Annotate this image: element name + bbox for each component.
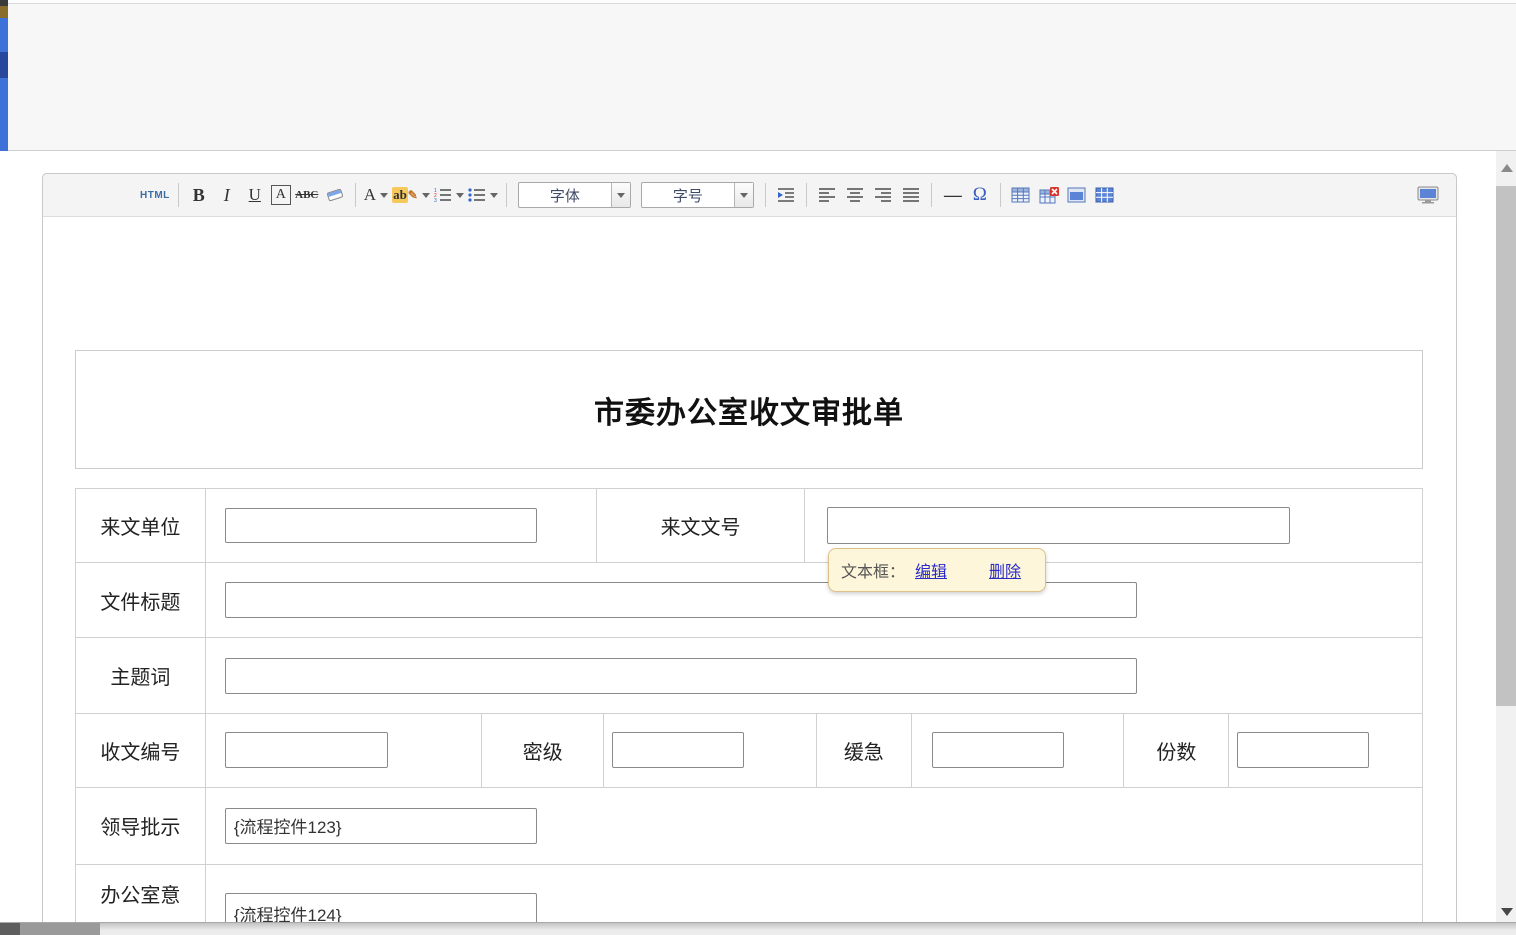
cell-doc-title: [206, 563, 1422, 637]
table-row: 文件标题: [76, 563, 1422, 638]
select-arrow-icon[interactable]: [611, 183, 630, 207]
caret-icon: [456, 193, 464, 198]
urgency-input[interactable]: [932, 732, 1064, 768]
vertical-scrollbar-thumb[interactable]: [1496, 186, 1516, 706]
insert-table-icon[interactable]: [1009, 182, 1033, 208]
label-receipt-no: 收文编号: [76, 714, 206, 787]
header-panel: [8, 0, 1516, 151]
align-left-icon[interactable]: [815, 182, 839, 208]
textbox-tooltip: 文本框： 编辑 删除: [828, 548, 1046, 592]
cell-source-unit: [206, 489, 597, 562]
horizontal-scrollbar-track[interactable]: [0, 922, 1516, 935]
toolbar-separator: [1000, 183, 1001, 207]
label-urgency: 缓急: [817, 714, 912, 787]
source-unit-input[interactable]: [225, 508, 537, 543]
horizontal-scrollbar-cap: [0, 923, 20, 935]
font-family-select[interactable]: 字体: [518, 182, 631, 208]
leader-remarks-input[interactable]: [225, 808, 537, 844]
align-right-icon[interactable]: [871, 182, 895, 208]
toolbar-separator: [931, 183, 932, 207]
scroll-up-arrow-icon[interactable]: [1501, 164, 1513, 172]
cell-secrecy: [604, 714, 817, 787]
bold-icon[interactable]: B: [187, 182, 211, 208]
highlight-color-icon[interactable]: ab✎: [392, 182, 430, 208]
scroll-down-arrow-icon[interactable]: [1501, 908, 1513, 916]
cell-copies: [1229, 714, 1422, 787]
font-size-select[interactable]: 字号: [641, 182, 754, 208]
secrecy-input[interactable]: [612, 732, 744, 768]
underline-icon[interactable]: U: [243, 182, 267, 208]
toolbar-separator: [506, 183, 507, 207]
edge-mark: [0, 52, 8, 78]
fullscreen-icon[interactable]: [1416, 182, 1440, 208]
edge-mark: [0, 6, 8, 18]
indent-icon[interactable]: [774, 182, 798, 208]
toolbar-separator: [765, 183, 766, 207]
toolbar-separator: [178, 183, 179, 207]
copies-input[interactable]: [1237, 732, 1369, 768]
svg-text:3: 3: [434, 198, 437, 203]
boxed-font-icon[interactable]: A: [271, 185, 291, 205]
font-color-icon[interactable]: A: [364, 182, 388, 208]
cell-receipt-no: [206, 714, 483, 787]
italic-icon[interactable]: I: [215, 182, 239, 208]
tooltip-edit-link[interactable]: 编辑: [915, 558, 947, 582]
align-center-icon[interactable]: [843, 182, 867, 208]
cell-urgency: [912, 714, 1125, 787]
special-char-icon[interactable]: Ω: [968, 182, 992, 208]
cell-leader-remarks: [206, 788, 1422, 864]
table-structure-icon[interactable]: [1093, 182, 1117, 208]
cell-keywords: [206, 638, 1422, 712]
unordered-list-icon[interactable]: [468, 182, 498, 208]
toolbar-separator: [355, 183, 356, 207]
horizontal-rule-icon[interactable]: —: [940, 182, 964, 208]
caret-icon: [490, 193, 498, 198]
table-row: 收文编号 密级 缓急 份数: [76, 714, 1422, 788]
label-secrecy: 密级: [482, 714, 604, 787]
receipt-no-input[interactable]: [225, 732, 388, 768]
label-leader-remarks: 领导批示: [76, 788, 206, 864]
align-justify-icon[interactable]: [899, 182, 923, 208]
left-edge-strip: [0, 0, 8, 151]
label-doc-number: 来文文号: [597, 489, 805, 562]
keywords-input[interactable]: [225, 658, 1137, 694]
strikethrough-icon[interactable]: ABC: [295, 182, 319, 208]
doc-number-input[interactable]: [827, 507, 1290, 544]
toolbar-separator: [806, 183, 807, 207]
delete-table-icon[interactable]: [1037, 182, 1061, 208]
caret-icon: [380, 193, 388, 198]
label-source-unit: 来文单位: [76, 489, 206, 562]
label-keywords: 主题词: [76, 638, 206, 712]
table-row: 领导批示: [76, 788, 1422, 865]
table-cell-properties-icon[interactable]: [1065, 182, 1089, 208]
form-table: 来文单位 来文文号 文件标题 主题词 收文编号 密级 缓急 份数: [75, 488, 1423, 935]
tooltip-label: 文本框：: [841, 558, 905, 582]
caret-icon: [422, 193, 430, 198]
label-copies: 份数: [1124, 714, 1229, 787]
ordered-list-icon[interactable]: 123: [434, 182, 464, 208]
form-title-box: 市委办公室收文审批单: [75, 350, 1423, 469]
form-title: 市委办公室收文审批单: [594, 388, 904, 432]
label-doc-title: 文件标题: [76, 563, 206, 637]
table-row: 来文单位 来文文号: [76, 489, 1422, 563]
html-source-icon[interactable]: HTML: [140, 182, 170, 208]
select-arrow-icon[interactable]: [734, 183, 753, 207]
editor-toolbar: HTML B I U A ABC A ab✎ 123 字体 字号 — Ω: [42, 173, 1457, 217]
eraser-icon[interactable]: [323, 182, 347, 208]
header-topline: [8, 0, 1516, 4]
tooltip-delete-link[interactable]: 删除: [989, 558, 1021, 582]
table-row: 主题词: [76, 638, 1422, 713]
